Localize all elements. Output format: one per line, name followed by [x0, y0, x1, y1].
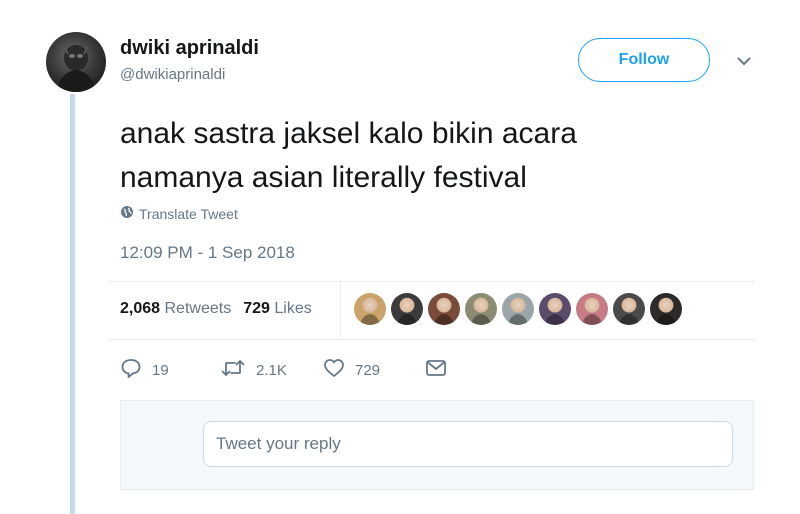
- divider: [108, 281, 754, 282]
- divider: [108, 339, 754, 340]
- reply-icon: [120, 357, 142, 383]
- thread-line: [70, 94, 75, 514]
- liker-avatar[interactable]: [650, 293, 682, 325]
- reply-count: 19: [152, 361, 169, 379]
- liker-avatar[interactable]: [539, 293, 571, 325]
- retweets-count: 2,068: [120, 300, 161, 317]
- retweet-action[interactable]: 2.1K: [220, 357, 323, 383]
- avatar[interactable]: [46, 32, 106, 92]
- liker-avatar[interactable]: [354, 293, 386, 325]
- likes-count: 729: [243, 300, 270, 317]
- liker-avatar[interactable]: [502, 293, 534, 325]
- likes-stat[interactable]: 729 Likes: [243, 300, 312, 318]
- tweet-actions: 19 2.1K 729: [120, 356, 447, 384]
- translate-tweet-link[interactable]: Translate Tweet: [120, 205, 238, 222]
- retweet-count: 2.1K: [256, 361, 287, 379]
- user-display-name[interactable]: dwiki aprinaldi: [120, 37, 259, 60]
- liker-avatar[interactable]: [613, 293, 645, 325]
- like-action[interactable]: 729: [323, 358, 425, 382]
- reply-action[interactable]: 19: [120, 357, 220, 383]
- envelope-icon: [425, 359, 447, 381]
- reply-input[interactable]: [203, 421, 733, 467]
- liker-avatar[interactable]: [391, 293, 423, 325]
- globe-icon: [120, 205, 134, 222]
- tweet-timestamp[interactable]: 12:09 PM - 1 Sep 2018: [120, 243, 295, 263]
- retweet-icon: [220, 357, 246, 383]
- likes-label: Likes: [274, 300, 312, 317]
- retweets-label: Retweets: [164, 300, 232, 317]
- tweet-text-line: anak sastra jaksel kalo bikin acara: [120, 117, 577, 150]
- like-count: 729: [355, 361, 381, 379]
- stats-separator: [340, 282, 341, 338]
- liker-avatar[interactable]: [465, 293, 497, 325]
- engagement-stats: 2,068 Retweets 729 Likes: [120, 300, 312, 318]
- likers-avatars: [354, 293, 682, 325]
- tweet-text-line: namanya asian literally festival: [120, 161, 527, 194]
- avatar-image: [56, 45, 96, 92]
- tweet-text: anak sastra jaksel kalo bikin acara nama…: [120, 112, 740, 200]
- user-handle[interactable]: @dwikiaprinaldi: [120, 66, 225, 83]
- retweets-stat[interactable]: 2,068 Retweets: [120, 300, 231, 318]
- heart-icon: [323, 358, 345, 382]
- liker-avatar[interactable]: [576, 293, 608, 325]
- liker-avatar[interactable]: [428, 293, 460, 325]
- reply-composer: [120, 400, 754, 490]
- direct-message-action[interactable]: [425, 359, 447, 381]
- follow-button[interactable]: Follow: [578, 38, 710, 82]
- chevron-down-icon[interactable]: [733, 52, 755, 70]
- translate-label: Translate Tweet: [139, 205, 238, 222]
